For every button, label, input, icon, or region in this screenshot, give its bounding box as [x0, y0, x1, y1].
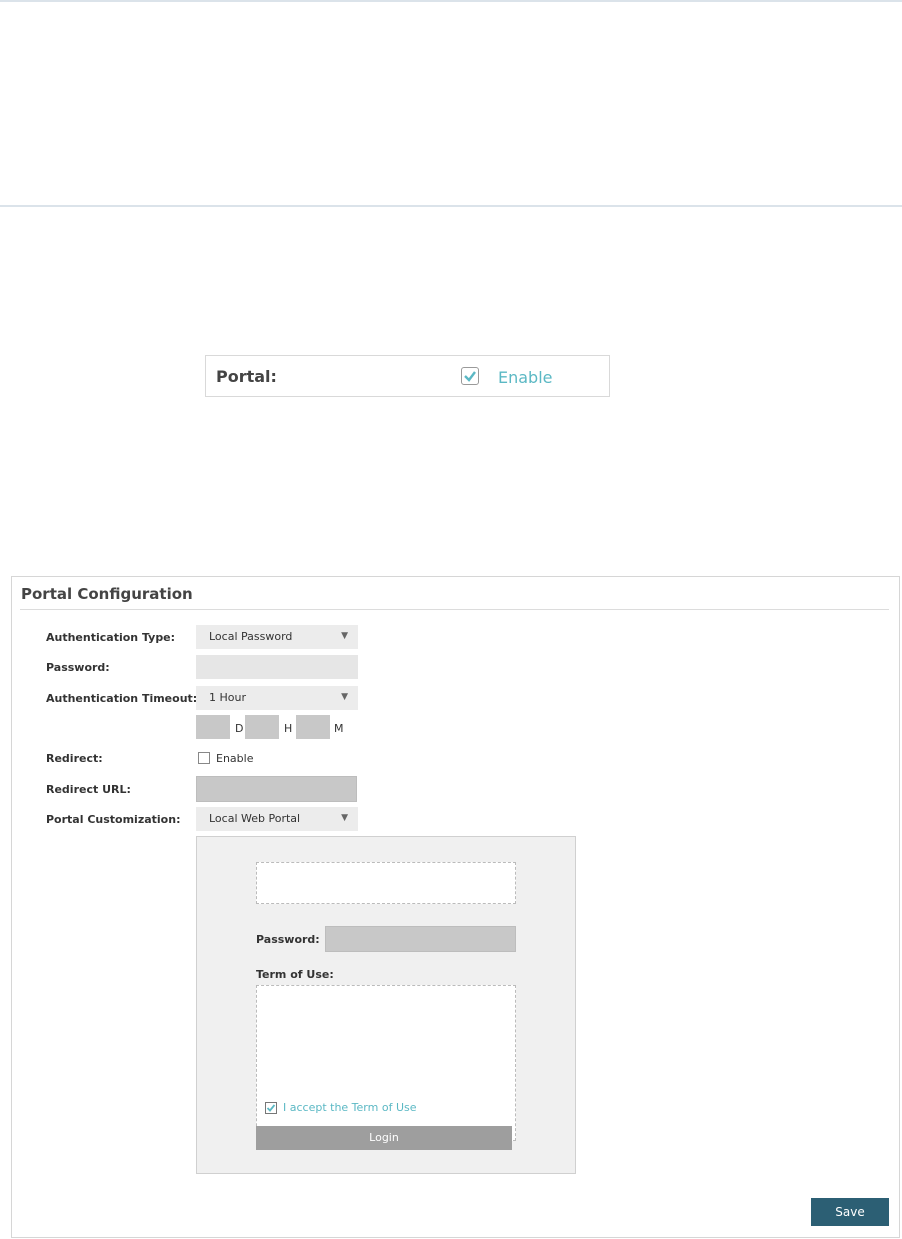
- auth-timeout-label: Authentication Timeout:: [46, 692, 198, 705]
- portal-preview: Password: Term of Use: I accept the Term…: [196, 836, 576, 1174]
- checkmark-icon: [266, 1104, 276, 1112]
- logo-placeholder[interactable]: [256, 862, 516, 904]
- preview-password-input[interactable]: [325, 926, 516, 952]
- auth-timeout-select[interactable]: 1 Hour ▼: [196, 686, 358, 710]
- redirect-url-label: Redirect URL:: [46, 783, 131, 796]
- redirect-enable-label: Enable: [216, 752, 254, 765]
- minutes-unit: M: [334, 722, 344, 735]
- preview-password-label: Password:: [256, 933, 320, 946]
- redirect-url-input[interactable]: [196, 776, 357, 802]
- dropdown-arrow-icon: ▼: [341, 813, 348, 823]
- redirect-label: Redirect:: [46, 752, 103, 765]
- auth-type-label: Authentication Type:: [46, 631, 176, 644]
- days-unit: D: [235, 722, 244, 735]
- top-divider: [0, 0, 902, 2]
- auth-type-value: Local Password: [209, 630, 293, 643]
- redirect-checkbox[interactable]: [198, 752, 210, 764]
- portal-enable-panel: Portal: Enable: [205, 355, 610, 397]
- login-button[interactable]: Login: [256, 1126, 512, 1150]
- password-input[interactable]: [196, 655, 358, 679]
- timeout-days-input[interactable]: [196, 715, 230, 739]
- checkmark-icon: [464, 371, 476, 382]
- title-divider: [20, 609, 889, 610]
- portal-enable-label: Enable: [498, 368, 553, 387]
- portal-configuration-panel: Portal Configuration Authentication Type…: [11, 576, 900, 1238]
- accept-terms-label: I accept the Term of Use: [283, 1101, 417, 1114]
- term-of-use-box[interactable]: [256, 985, 516, 1141]
- auth-timeout-value: 1 Hour: [209, 691, 246, 704]
- dropdown-arrow-icon: ▼: [341, 692, 348, 702]
- dropdown-arrow-icon: ▼: [341, 631, 348, 641]
- auth-type-select[interactable]: Local Password ▼: [196, 625, 358, 649]
- panel-title: Portal Configuration: [21, 585, 193, 603]
- portal-label: Portal:: [216, 367, 277, 386]
- term-of-use-label: Term of Use:: [256, 968, 334, 981]
- accept-terms-checkbox[interactable]: [265, 1102, 277, 1114]
- section-divider: [0, 205, 902, 207]
- portal-customization-value: Local Web Portal: [209, 812, 301, 825]
- hours-unit: H: [284, 722, 293, 735]
- portal-enable-checkbox[interactable]: [461, 367, 479, 385]
- timeout-minutes-input[interactable]: [296, 715, 330, 739]
- portal-customization-select[interactable]: Local Web Portal ▼: [196, 807, 358, 831]
- portal-customization-label: Portal Customization:: [46, 813, 181, 826]
- timeout-hours-input[interactable]: [245, 715, 279, 739]
- save-button[interactable]: Save: [811, 1198, 889, 1226]
- password-label: Password:: [46, 661, 110, 674]
